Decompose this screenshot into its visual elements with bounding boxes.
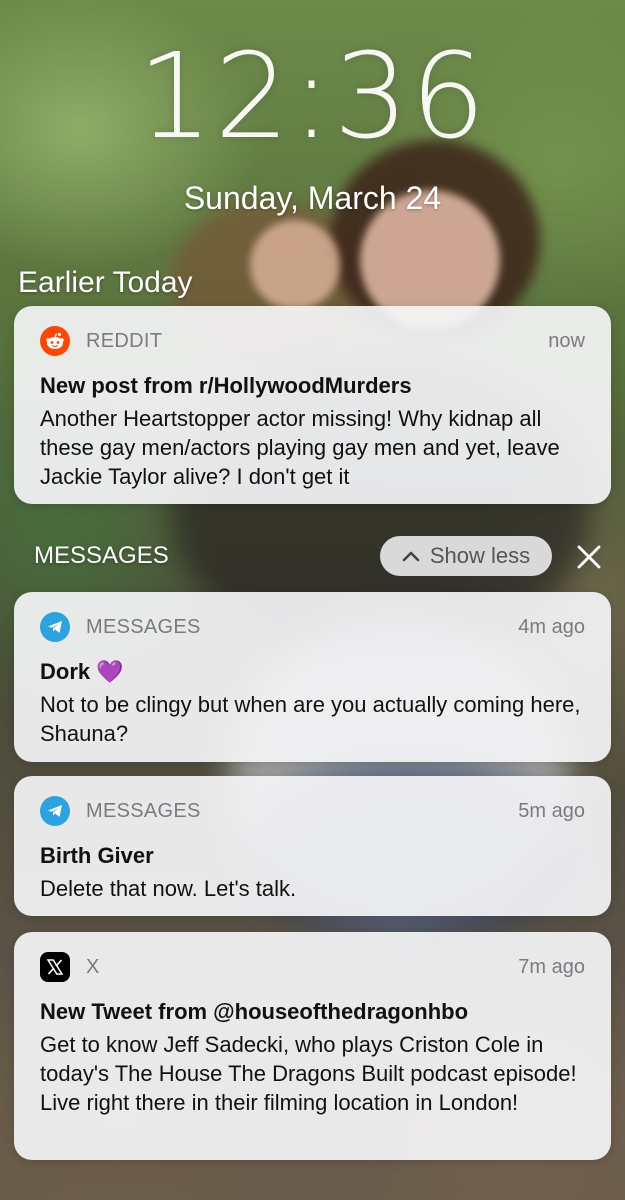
show-less-label: Show less <box>429 543 531 568</box>
group-label: MESSAGES <box>34 542 169 569</box>
notification-time: now <box>548 329 585 352</box>
notification-app-name: MESSAGES <box>86 615 201 638</box>
reddit-icon <box>40 326 70 356</box>
notification-messages-dork[interactable]: MESSAGES 4m ago Dork 💜 Not to be clingy … <box>14 592 611 762</box>
notification-body: Another Heartstopper actor missing! Why … <box>40 406 560 489</box>
notification-header: MESSAGES 5m ago <box>40 794 585 828</box>
notification-app-name: REDDIT <box>86 329 163 352</box>
telegram-icon <box>40 612 70 642</box>
show-less-button[interactable]: Show less <box>380 536 552 576</box>
notification-body: Delete that now. Let's talk. <box>40 876 297 901</box>
notification-group-header: MESSAGES Show less <box>0 536 625 576</box>
notification-header: X 7m ago <box>40 950 585 984</box>
chevron-up-icon <box>402 551 420 562</box>
purple-heart-emoji: 💜 <box>96 659 124 684</box>
notification-header: REDDIT now <box>40 324 585 358</box>
notification-title: New Tweet from @houseofthedragonhbo <box>40 999 469 1024</box>
close-icon[interactable] <box>572 540 606 574</box>
notification-time: 5m ago <box>518 799 585 822</box>
notification-app-name: X <box>86 955 100 978</box>
notification-app-name: MESSAGES <box>86 799 201 822</box>
notification-time: 7m ago <box>518 955 585 978</box>
notification-title: Birth Giver <box>40 843 154 868</box>
notification-title: Dork 💜 <box>40 658 585 686</box>
lockscreen-time: 12:36 <box>137 27 488 165</box>
notification-x[interactable]: X 7m ago New Tweet from @houseofthedrago… <box>14 932 611 1160</box>
notification-reddit[interactable]: REDDIT now New post from r/HollywoodMurd… <box>14 306 611 504</box>
notification-time: 4m ago <box>518 615 585 638</box>
sender-name: Dork <box>40 659 91 684</box>
section-title-earlier-today: Earlier Today <box>18 266 193 299</box>
notification-body: Get to know Jeff Sadecki, who plays Cris… <box>40 1032 577 1115</box>
notification-body: Not to be clingy but when are you actual… <box>40 692 581 746</box>
notification-messages-birth-giver[interactable]: MESSAGES 5m ago Birth Giver Delete that … <box>14 776 611 916</box>
x-logo-icon <box>40 952 70 982</box>
notification-title: New post from r/HollywoodMurders <box>40 373 412 398</box>
notification-header: MESSAGES 4m ago <box>40 610 585 644</box>
lockscreen-date: Sunday, March 24 <box>183 180 442 216</box>
telegram-icon <box>40 796 70 826</box>
